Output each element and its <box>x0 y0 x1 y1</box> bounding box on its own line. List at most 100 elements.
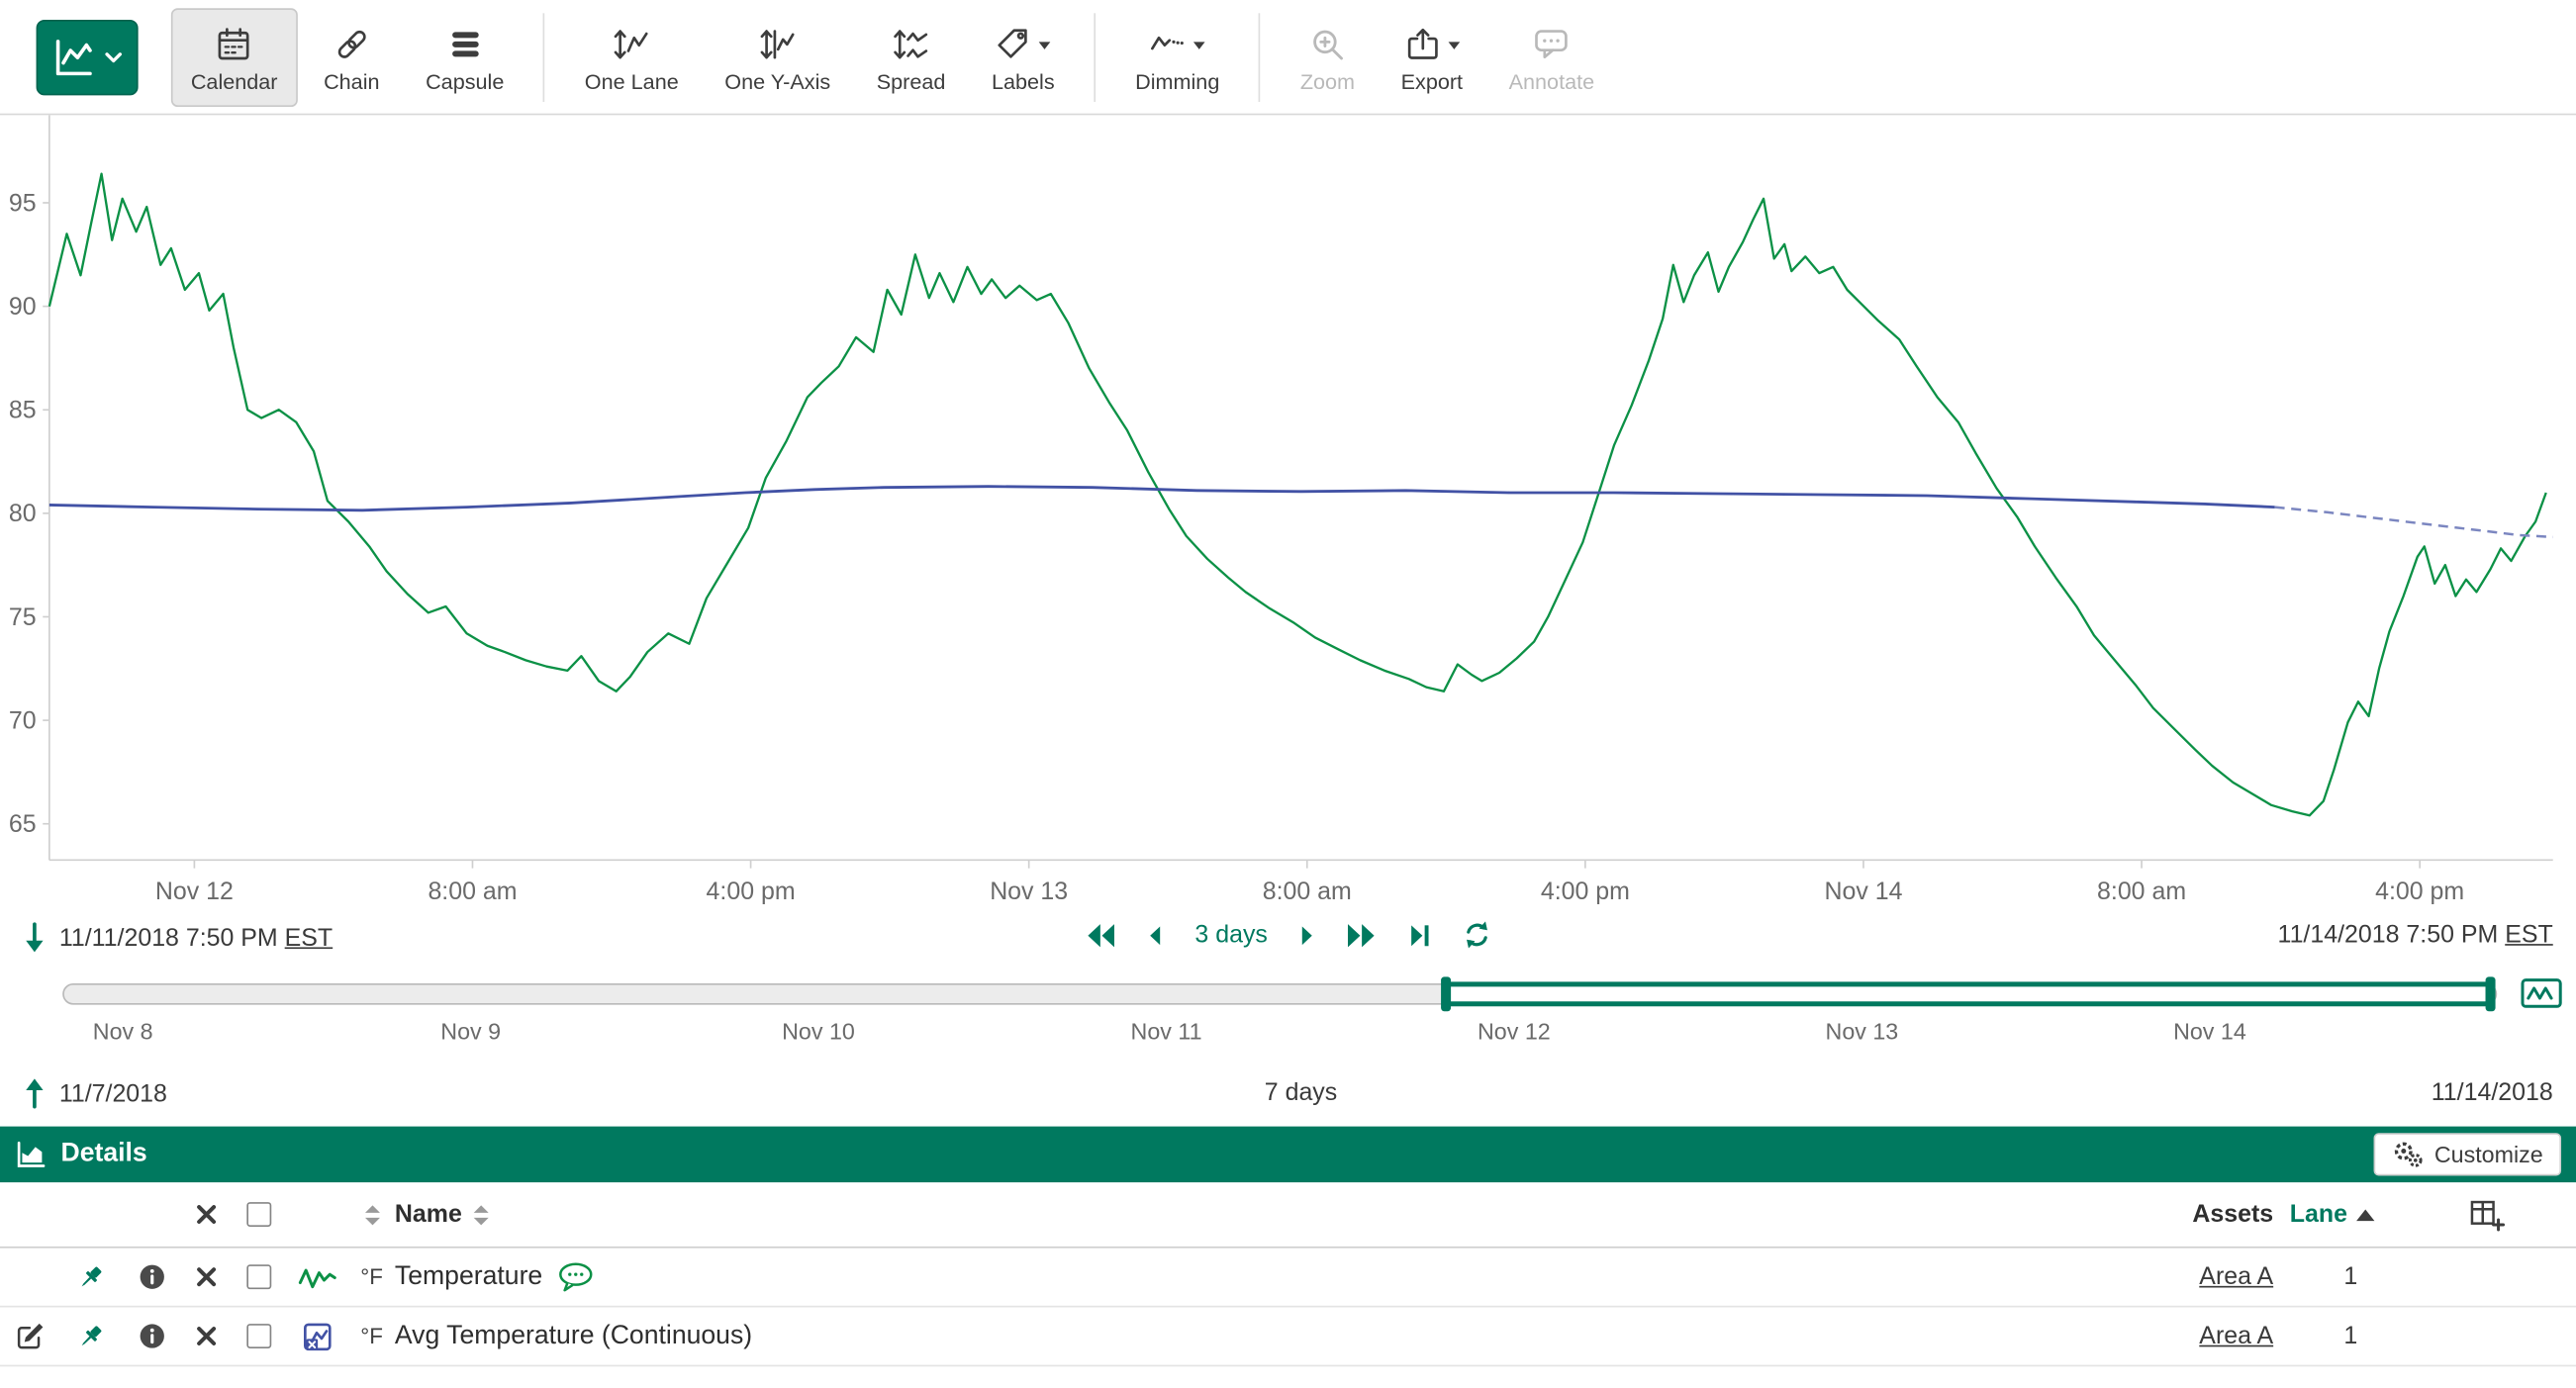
svg-text:80: 80 <box>9 500 37 527</box>
range-end-timezone[interactable]: EST <box>2505 921 2553 949</box>
series-name-cell[interactable]: Avg Temperature (Continuous) <box>395 1322 2099 1351</box>
asset-link[interactable]: Area A <box>2199 1263 2273 1291</box>
step-back-button[interactable] <box>1142 920 1169 950</box>
select-all-checkbox[interactable] <box>245 1202 270 1227</box>
timebar-end-date[interactable]: 11/14/2018 <box>2432 1078 2553 1106</box>
spread-button[interactable]: Spread <box>857 7 966 106</box>
details-table-header: Name Assets Lane <box>0 1182 2576 1248</box>
edit-button[interactable] <box>0 1322 59 1351</box>
assets-column-header[interactable]: Assets <box>2099 1200 2280 1228</box>
calendar-icon <box>215 25 254 64</box>
trend-chart-plot[interactable]: 65707580859095Nov 128:00 am4:00 pmNov 13… <box>0 115 2576 912</box>
name-column-header[interactable]: Name <box>395 1200 2099 1228</box>
labels-tag-icon <box>995 25 1034 64</box>
series-name-cell[interactable]: Temperature <box>395 1261 2099 1293</box>
customize-label: Customize <box>2434 1142 2543 1168</box>
range-start-datetime[interactable]: 11/11/2018 7:50 PM <box>59 923 278 951</box>
capsule-label: Capsule <box>426 69 504 94</box>
pin-button[interactable] <box>59 1322 122 1351</box>
view-selector-button[interactable] <box>37 19 139 94</box>
info-icon <box>138 1322 165 1349</box>
timebar-duration[interactable]: 7 days <box>1265 1078 1337 1106</box>
timebar-start[interactable]: 11/7/2018 <box>23 1077 167 1110</box>
customize-button[interactable]: Customize <box>2373 1133 2561 1175</box>
timebar-range-row: 11/7/2018 7 days 11/14/2018 <box>0 1067 2576 1127</box>
svg-text:90: 90 <box>9 293 37 321</box>
series-type-cell <box>286 1320 348 1352</box>
signal-icon <box>298 1260 337 1293</box>
range-start-timezone[interactable]: EST <box>285 923 334 951</box>
timebar-start-date[interactable]: 11/7/2018 <box>59 1079 167 1107</box>
svg-text:75: 75 <box>9 603 37 631</box>
auto-update-button[interactable] <box>2520 975 2562 1012</box>
annotate-button[interactable]: Annotate <box>1489 7 1614 106</box>
timebar-track[interactable] <box>62 983 2497 1005</box>
display-range-row: 11/11/2018 7:50 PM EST 3 days <box>0 913 2576 972</box>
sort-name-icon[interactable] <box>472 1203 490 1226</box>
row-checkbox[interactable] <box>245 1324 270 1348</box>
range-end-datetime[interactable]: 11/14/2018 7:50 PM <box>2278 921 2499 949</box>
capsule-button[interactable]: Capsule <box>406 7 524 106</box>
row-checkbox-cell <box>231 1264 287 1289</box>
range-duration[interactable]: 3 days <box>1194 921 1267 949</box>
asset-link[interactable]: Area A <box>2199 1322 2273 1349</box>
range-end-text[interactable]: 11/14/2018 7:50 PM EST <box>2278 921 2553 949</box>
remove-all-button[interactable] <box>181 1204 231 1226</box>
one-lane-button[interactable]: One Lane <box>565 7 699 106</box>
refresh-button[interactable] <box>1462 919 1493 951</box>
unit-label: °F <box>348 1264 395 1289</box>
step-to-end-button[interactable] <box>1406 920 1436 950</box>
display-range-end[interactable]: 11/14/2018 7:50 PM EST <box>2278 921 2553 949</box>
dimming-button[interactable]: Dimming <box>1115 7 1239 106</box>
svg-text:4:00 pm: 4:00 pm <box>2375 878 2464 905</box>
info-button[interactable] <box>122 1322 181 1349</box>
row-checkbox-cell <box>231 1324 287 1348</box>
toolbar-divider <box>1095 12 1097 101</box>
pin-button[interactable] <box>59 1262 122 1292</box>
caret-down-icon <box>1448 39 1461 50</box>
display-range-start[interactable]: 11/11/2018 7:50 PM EST <box>23 921 333 954</box>
annotation-bubble-icon[interactable] <box>557 1261 594 1293</box>
one-y-axis-icon <box>758 25 798 64</box>
add-column-button[interactable] <box>2422 1198 2576 1231</box>
one-y-axis-button[interactable]: One Y-Axis <box>705 7 850 106</box>
series-name[interactable]: Temperature <box>395 1262 542 1292</box>
row-checkbox[interactable] <box>245 1264 270 1289</box>
remove-button[interactable] <box>181 1326 231 1347</box>
step-forward-large-button[interactable] <box>1347 920 1380 950</box>
step-forward-button[interactable] <box>1293 920 1320 950</box>
zoom-button[interactable]: Zoom <box>1281 7 1375 106</box>
lane-column-header[interactable]: Lane <box>2280 1200 2422 1228</box>
info-button[interactable] <box>122 1263 181 1291</box>
toolbar-divider <box>1259 12 1261 101</box>
step-back-large-button[interactable] <box>1083 920 1115 950</box>
calendar-button[interactable]: Calendar <box>171 7 298 106</box>
spread-icon <box>892 25 931 64</box>
timebar-selection[interactable] <box>1445 981 2490 1006</box>
lane-cell: 1 <box>2280 1322 2422 1349</box>
labels-button[interactable]: Labels <box>972 7 1075 106</box>
caret-down-icon <box>1193 39 1206 50</box>
assets-header-label[interactable]: Assets <box>2192 1200 2273 1228</box>
sort-type-button[interactable] <box>348 1203 395 1226</box>
svg-text:70: 70 <box>9 706 37 734</box>
series-name[interactable]: Avg Temperature (Continuous) <box>395 1322 752 1351</box>
range-start-text[interactable]: 11/11/2018 7:50 PM EST <box>59 923 333 951</box>
svg-text:Nov 12: Nov 12 <box>155 878 234 905</box>
trend-chart[interactable]: 65707580859095Nov 128:00 am4:00 pmNov 13… <box>0 115 2576 912</box>
pin-icon <box>75 1322 105 1351</box>
chain-label: Chain <box>324 69 379 94</box>
arrow-down-icon <box>23 921 46 954</box>
annotate-label: Annotate <box>1509 69 1595 94</box>
investigate-timebar: Nov 8Nov 9Nov 10Nov 11Nov 12Nov 13Nov 14 <box>0 972 2576 1066</box>
calendar-label: Calendar <box>191 69 278 94</box>
chain-button[interactable]: Chain <box>304 7 399 106</box>
lane-header-label[interactable]: Lane <box>2290 1200 2347 1228</box>
export-icon <box>1403 25 1443 64</box>
name-header-label[interactable]: Name <box>395 1200 462 1228</box>
close-icon <box>195 1326 217 1347</box>
export-button[interactable]: Export <box>1382 7 1482 106</box>
annotate-icon <box>1532 25 1572 64</box>
arrow-up-icon <box>23 1077 46 1110</box>
remove-button[interactable] <box>181 1266 231 1288</box>
